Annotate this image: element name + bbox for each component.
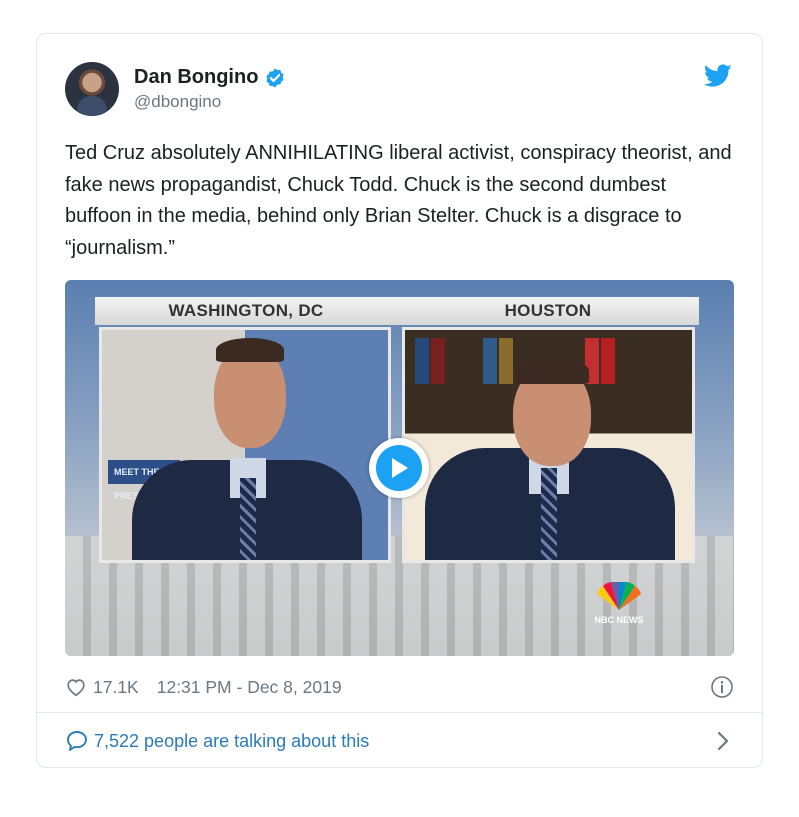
video-player[interactable]: WASHINGTON, DC HOUSTON MEET THE PRESS NB… xyxy=(65,280,734,656)
peacock-icon xyxy=(597,582,641,610)
tweet-card[interactable]: Dan Bongino @dbongino Ted Cruz absolutel… xyxy=(36,33,763,768)
play-button-inner xyxy=(376,445,422,491)
right-person-tie xyxy=(541,468,557,560)
conversation-text[interactable]: 7,522 people are talking about this xyxy=(94,731,369,752)
heart-icon[interactable] xyxy=(65,676,87,698)
shelf-book xyxy=(601,338,615,384)
right-person-hair xyxy=(515,358,589,384)
left-person-hair xyxy=(216,338,284,362)
left-video-panel: MEET THE PRESS xyxy=(99,327,391,563)
handle[interactable]: @dbongino xyxy=(134,92,286,112)
avatar[interactable] xyxy=(65,62,119,116)
play-icon xyxy=(392,458,408,478)
tweet-text: Ted Cruz absolutely ANNIHILATING liberal… xyxy=(65,142,732,259)
chevron-right-icon[interactable] xyxy=(716,731,730,751)
display-name[interactable]: Dan Bongino xyxy=(134,66,258,89)
verified-badge-icon xyxy=(266,67,285,88)
info-icon[interactable] xyxy=(710,675,734,699)
divider xyxy=(37,712,762,713)
timestamp[interactable]: 12:31 PM - Dec 8, 2019 xyxy=(157,677,342,698)
right-video-panel xyxy=(402,327,695,563)
play-button[interactable] xyxy=(369,438,429,498)
left-location-label: WASHINGTON, DC xyxy=(168,301,324,320)
author-info[interactable]: Dan Bongino @dbongino xyxy=(134,66,286,112)
tweet-meta: 17.1K 12:31 PM - Dec 8, 2019 xyxy=(65,674,734,700)
nbc-news-text: NBC NEWS xyxy=(594,615,644,625)
like-count[interactable]: 17.1K xyxy=(93,677,139,698)
shelf-book xyxy=(499,338,513,384)
shelf-book xyxy=(431,338,445,384)
twitter-bird-icon[interactable] xyxy=(704,64,732,88)
right-location-label: HOUSTON xyxy=(504,301,592,320)
shelf-book xyxy=(483,338,497,384)
nbc-news-logo: NBC NEWS xyxy=(591,582,647,628)
shelf-book xyxy=(415,338,429,384)
tweet-header: Dan Bongino @dbongino xyxy=(65,62,734,118)
location-banner: WASHINGTON, DC HOUSTON xyxy=(95,297,699,325)
speech-bubble-icon xyxy=(67,731,87,751)
left-person-tie xyxy=(240,478,256,560)
conversation-link[interactable]: 7,522 people are talking about this xyxy=(65,727,734,755)
display-name-row: Dan Bongino xyxy=(134,66,286,89)
